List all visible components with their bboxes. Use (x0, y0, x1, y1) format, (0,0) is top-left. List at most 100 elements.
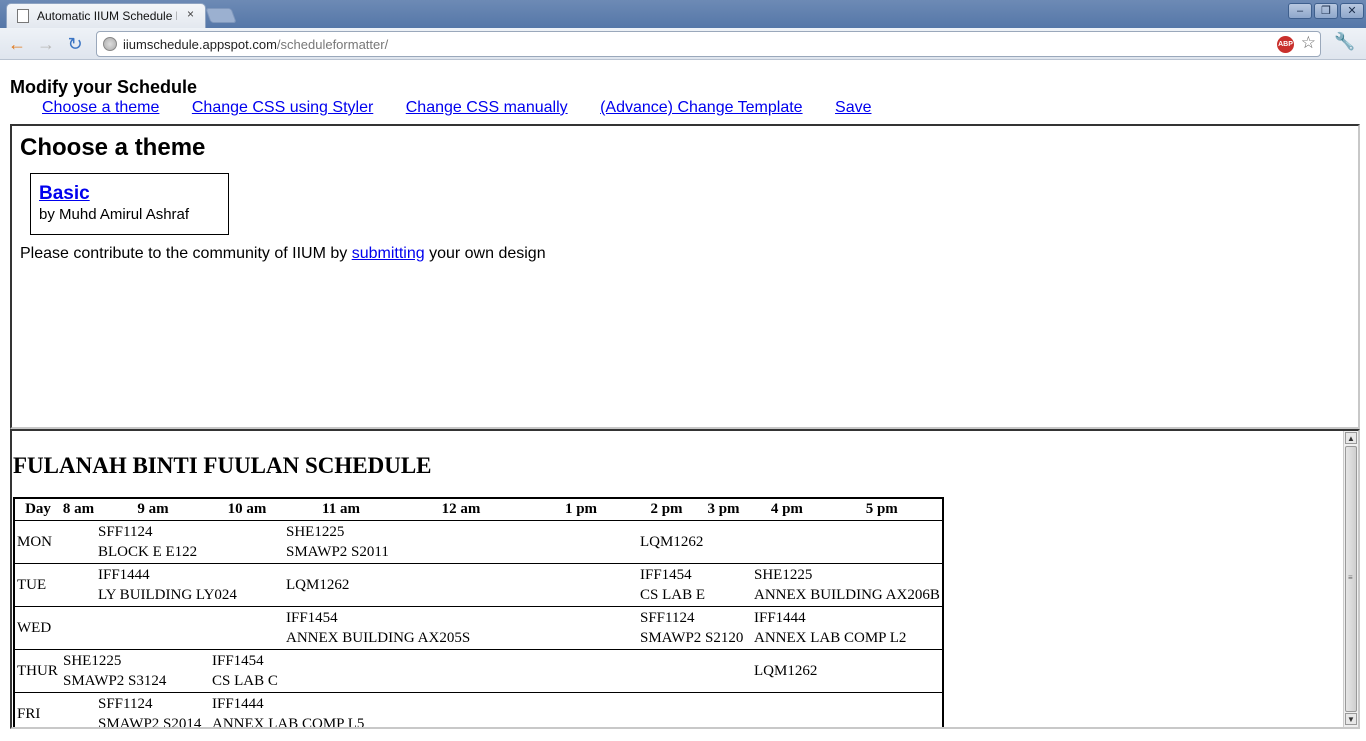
schedule-header-cell: 1 pm (524, 498, 638, 521)
class-code: LQM1262 (754, 663, 818, 679)
schedule-class-cell (61, 692, 96, 727)
class-venue: ANNEX BUILDING AX205S (286, 630, 471, 646)
schedule-class-cell (61, 520, 96, 564)
schedule-class-cell: LQM1262 (752, 649, 943, 693)
scrollbar-grip-icon: ≡ (1348, 573, 1353, 582)
submitting-link[interactable]: submitting (352, 245, 425, 262)
class-venue: ANNEX BUILDING AX206B (754, 587, 940, 603)
schedule-class-cell (61, 563, 96, 607)
theme-author: by Muhd Amirul Ashraf (39, 206, 190, 223)
schedule-class-cell: LQM1262 (638, 520, 822, 564)
schedule-header-cell: Day (14, 498, 61, 521)
schedule-class-cell: LQM1262 (284, 563, 638, 607)
close-window-button[interactable]: ✕ (1340, 3, 1364, 19)
bookmark-star-icon[interactable]: ☆ (1301, 33, 1316, 53)
schedule-header-cell: 9 am (96, 498, 210, 521)
schedule-header-cell: 3 pm (695, 498, 752, 521)
nav-css-manual-link[interactable]: Change CSS manually (406, 99, 568, 116)
page-title: Modify your Schedule (10, 77, 198, 97)
nav-save-link[interactable]: Save (835, 99, 871, 116)
class-code: IFF1454 (212, 653, 264, 669)
contribute-text-after: your own design (424, 245, 546, 262)
schedule-class-cell: SHE1225 ANNEX BUILDING AX206B (752, 563, 943, 607)
schedule-row: FRI SFF1124 SMAWP2 S2014 IFF1444 ANNEX LAB C… (14, 692, 943, 729)
schedule-preview-frame[interactable]: FULANAH BINTI FUULAN SCHEDULE Day 8 am 9 a… (10, 429, 1360, 729)
new-tab-button[interactable] (205, 8, 237, 23)
schedule-header-cell: 2 pm (638, 498, 695, 521)
scrollbar-thumb[interactable]: ≡ (1345, 446, 1357, 712)
class-code: SFF1124 (98, 524, 153, 540)
theme-heading: Choose a theme (20, 134, 206, 161)
schedule-header-cell: 12 am (398, 498, 524, 521)
class-code: LQM1262 (286, 577, 350, 593)
class-venue: SMAWP2 S2014 (98, 715, 202, 729)
class-venue: SMAWP2 S2120 (640, 630, 744, 646)
schedule-class-cell: IFF1444 LY BUILDING LY024 (96, 563, 284, 607)
nav-choose-theme-link[interactable]: Choose a theme (42, 99, 159, 116)
theme-basic-link[interactable]: Basic (39, 183, 220, 205)
address-url[interactable]: iiumschedule.appspot.com/scheduleformatt… (123, 37, 388, 52)
class-code: IFF1444 (98, 567, 150, 583)
schedule-day-cell: MON (14, 520, 61, 564)
schedule-row: THUR SHE1225 SMAWP2 S3124 IFF1454 CS LAB C LQ… (14, 649, 943, 693)
schedule-class-cell: IFF1454 CS LAB C (210, 649, 752, 693)
contribute-text: Please contribute to the community of II… (20, 245, 546, 263)
url-path: /scheduleformatter/ (276, 37, 389, 52)
class-code: IFF1444 (754, 610, 806, 626)
nav-template-link[interactable]: (Advance) Change Template (600, 99, 803, 116)
scroll-down-arrow-icon[interactable]: ▼ (1345, 713, 1357, 725)
wrench-icon[interactable]: 🔧 (1334, 32, 1355, 52)
schedule-day-cell: WED (14, 606, 61, 650)
browser-titlebar: Automatic IIUM Schedule F × ‒ ❐ ✕ (0, 0, 1366, 28)
class-code: IFF1454 (640, 567, 692, 583)
class-code: IFF1444 (212, 695, 264, 712)
maximize-button[interactable]: ❐ (1314, 3, 1338, 19)
url-host: iiumschedule.appspot.com (123, 37, 277, 52)
class-code: SFF1124 (640, 610, 695, 626)
contribute-text-before: Please contribute to the community of II… (20, 245, 352, 262)
class-venue: SMAWP2 S3124 (63, 673, 167, 689)
globe-icon (103, 37, 117, 51)
class-code: LQM1262 (640, 534, 704, 550)
tab-close-icon[interactable]: × (187, 7, 194, 21)
schedule-row: WED IFF1454 ANNEX BUILDING AX205S SFF1124 SM… (14, 606, 943, 650)
schedule-header-cell: 4 pm (752, 498, 822, 521)
reload-icon[interactable]: ↻ (64, 33, 86, 55)
schedule-body: MON SFF1124 BLOCK E E122 SHE1225 SMAWP2 S201… (14, 520, 943, 729)
scroll-up-arrow-icon[interactable]: ▲ (1345, 432, 1357, 444)
schedule-class-cell: SHE1225 SMAWP2 S3124 (61, 649, 210, 693)
theme-card: Basic by Muhd Amirul Ashraf (30, 173, 229, 235)
class-code: SHE1225 (754, 567, 813, 583)
page-content: Modify your Schedule Choose a theme Chan… (0, 61, 1366, 741)
forward-arrow-icon[interactable]: → (35, 33, 57, 55)
schedule-row: TUE IFF1444 LY BUILDING LY024 LQM1262 IFF145… (14, 563, 943, 607)
nav-links: Choose a theme Change CSS using Styler C… (42, 99, 900, 117)
schedule-class-cell: SFF1124 BLOCK E E122 (96, 520, 284, 564)
class-venue: CS LAB C (212, 673, 278, 689)
schedule-title: FULANAH BINTI FUULAN SCHEDULE (13, 453, 432, 478)
address-bar[interactable]: iiumschedule.appspot.com/scheduleformatt… (96, 31, 1321, 57)
class-venue: SMAWP2 S2011 (286, 544, 389, 560)
adblock-icon[interactable]: ABP (1277, 36, 1294, 53)
schedule-header-cell: 10 am (210, 498, 284, 521)
minimize-button[interactable]: ‒ (1288, 3, 1312, 19)
schedule-class-cell: IFF1444 ANNEX LAB COMP L2 (752, 606, 943, 650)
browser-tab[interactable]: Automatic IIUM Schedule F × (6, 3, 206, 28)
browser-toolbar: ← → ↻ iiumschedule.appspot.com/schedulef… (0, 28, 1366, 60)
schedule-day-cell: FRI (14, 692, 61, 727)
schedule-header-cell: 5 pm (821, 498, 943, 521)
schedule-row: MON SFF1124 BLOCK E E122 SHE1225 SMAWP2 S201… (14, 520, 943, 564)
theme-frame: Choose a theme Basic by Muhd Amirul Ashr… (10, 124, 1360, 429)
preview-scrollbar[interactable]: ▲ ≡ ▼ (1343, 431, 1358, 727)
schedule-table: Day 8 am 9 am 10 am 11 am 12 am 1 pm 2 pm 3 pm 4 … (13, 497, 944, 729)
class-code: IFF1454 (286, 610, 338, 626)
tab-title: Automatic IIUM Schedule F (37, 9, 177, 23)
schedule-header-row: Day 8 am 9 am 10 am 11 am 12 am 1 pm 2 pm 3 pm 4 … (14, 498, 943, 521)
class-venue: LY BUILDING LY024 (98, 587, 237, 603)
nav-styler-link[interactable]: Change CSS using Styler (192, 99, 373, 116)
schedule-header-cell: 11 am (284, 498, 398, 521)
class-code: SHE1225 (63, 653, 122, 669)
back-arrow-icon[interactable]: ← (6, 33, 28, 55)
schedule-class-cell: IFF1454 ANNEX BUILDING AX205S (284, 606, 638, 650)
class-venue: ANNEX LAB COMP L5 (212, 715, 365, 729)
